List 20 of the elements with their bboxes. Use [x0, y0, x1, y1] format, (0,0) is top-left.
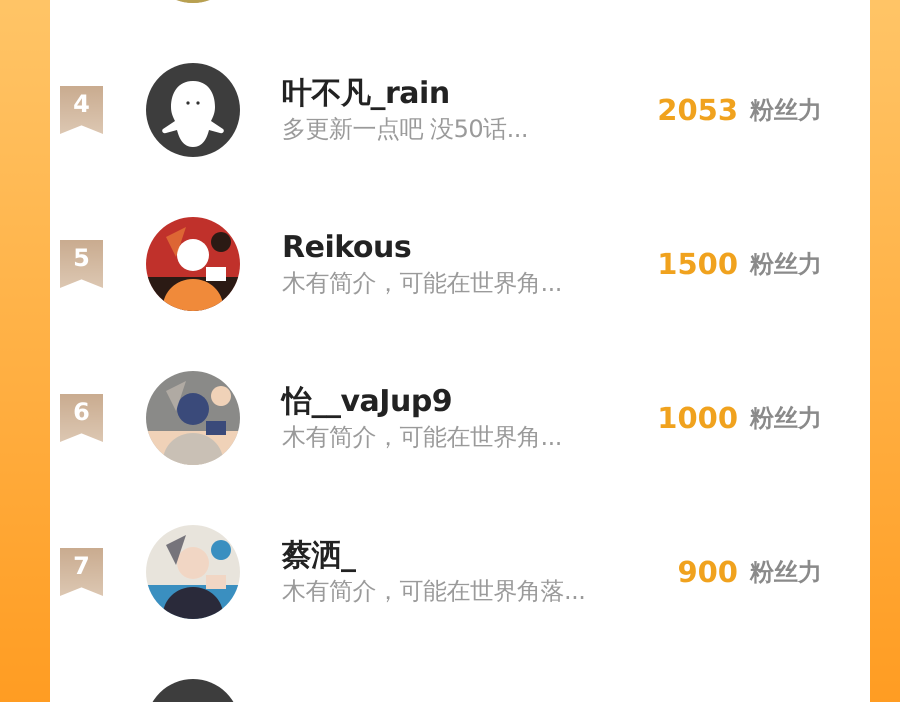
- rank-number: 7: [60, 548, 103, 596]
- fan-score: 2053: [657, 93, 738, 127]
- score-unit: 粉丝力: [750, 557, 822, 588]
- username: 叶不凡_rain: [282, 75, 451, 113]
- username: 蔡洒_: [282, 537, 357, 575]
- fan-score: 900: [677, 555, 738, 589]
- rank-number: 4: [60, 86, 103, 134]
- fan-score: 1000: [657, 401, 738, 435]
- user-bio: 木有简介，可能在世界角落...: [282, 576, 586, 607]
- rank-number: 5: [60, 240, 103, 288]
- score-unit: 粉丝力: [750, 249, 822, 280]
- fan-score: 1500: [657, 247, 738, 281]
- rank-number: 6: [60, 394, 103, 442]
- user-bio: 木有简介，可能在世界角...: [282, 268, 563, 299]
- score-unit: 粉丝力: [750, 403, 822, 434]
- user-bio: 木有简介，可能在世界角...: [282, 422, 563, 453]
- user-bio: 多更新一点吧 没50话...: [282, 114, 530, 145]
- score-unit: 粉丝力: [750, 95, 822, 126]
- username: 怡__vaJup9: [282, 383, 454, 421]
- username: Reikous: [282, 229, 412, 267]
